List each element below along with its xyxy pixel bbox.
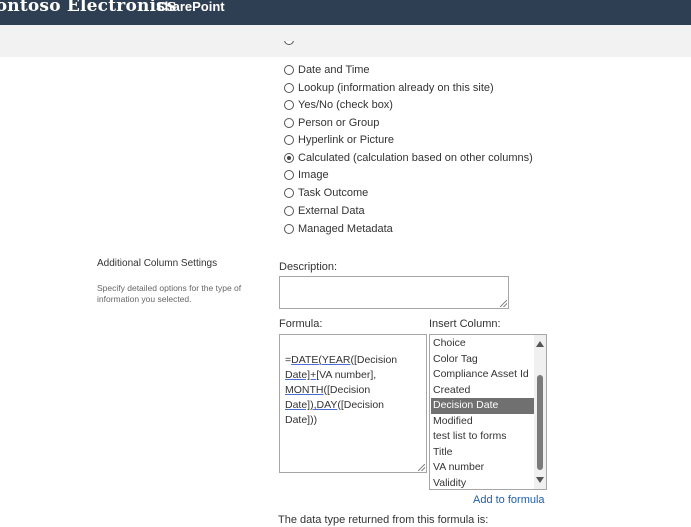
description-label: Description: [279,261,338,273]
radio-button[interactable] [284,65,294,75]
formula-textarea[interactable]: =DATE(YEAR([Decision Date]+[VA number], … [279,334,427,473]
column-option-selected[interactable]: Decision Date [431,398,535,414]
column-option[interactable]: Compliance Asset Id [431,367,535,383]
radio-option-external-data[interactable]: External Data [284,203,365,219]
radio-button[interactable] [284,100,294,110]
column-option[interactable]: Title [431,445,535,461]
resize-grip-icon[interactable] [418,464,425,471]
radio-label: Person or Group [298,116,380,129]
formula-line: MONTH([Decision [285,384,371,396]
radio-button[interactable] [284,187,294,198]
radio-option-task-outcome[interactable]: Task Outcome [284,185,368,201]
radio-label: Lookup (information already on this site… [298,81,494,94]
app-name-link[interactable]: SharePoint [156,0,225,14]
column-option[interactable]: test list to forms [431,429,535,445]
radio-label: Task Outcome [298,186,369,199]
radio-option-person-group[interactable]: Person or Group [284,115,379,131]
listbox-scrollbar[interactable] [534,335,546,489]
radio-button-selected[interactable] [284,152,294,163]
radio-label: Calculated (calculation based on other c… [298,151,533,164]
column-option[interactable]: Created [431,383,535,399]
scroll-down-arrow-icon[interactable] [536,477,544,483]
radio-button[interactable] [284,223,294,234]
data-type-label: The data type returned from this formula… [278,514,489,526]
radio-label: Yes/No (check box) [298,99,393,111]
resize-grip-icon[interactable] [500,300,507,307]
add-to-formula-button[interactable]: Add to formula [473,494,545,506]
brand-logo-text[interactable]: Contoso Electronics [0,0,177,16]
formula-label: Formula: [279,318,323,330]
radio-label: Date and Time [298,64,370,76]
column-option[interactable]: Validity [431,476,535,490]
column-option[interactable]: VA number [431,460,535,476]
radio-option-partial [284,41,298,47]
column-option[interactable]: Modified [431,414,535,430]
radio-option-calculated[interactable]: Calculated (calculation based on other c… [284,150,533,166]
radio-button[interactable] [284,41,294,45]
radio-option-hyperlink[interactable]: Hyperlink or Picture [284,132,394,148]
formula-line: Date]+[VA number], [285,369,377,381]
section-description: Specify detailed options for the type of… [97,283,242,304]
radio-option-yes-no[interactable]: Yes/No (check box) [284,97,393,113]
suite-header: Contoso Electronics SharePoint [0,0,691,25]
description-textarea[interactable] [279,276,509,309]
radio-label: External Data [298,205,365,217]
radio-option-lookup[interactable]: Lookup (information already on this site… [284,80,494,96]
radio-label: Managed Metadata [298,222,393,235]
insert-column-label: Insert Column: [429,318,501,330]
command-bar [0,25,691,57]
column-option[interactable]: Choice [431,336,535,352]
scroll-up-arrow-icon[interactable] [536,341,544,347]
radio-option-date-time[interactable]: Date and Time [284,62,370,78]
radio-label: Hyperlink or Picture [298,134,394,146]
radio-option-image[interactable]: Image [284,167,329,183]
section-title: Additional Column Settings [97,258,218,269]
insert-column-listbox[interactable]: Choice Color Tag Compliance Asset Id Cre… [429,334,547,490]
radio-label: Image [298,169,329,181]
radio-button[interactable] [284,206,294,216]
radio-button[interactable] [284,170,294,180]
column-option[interactable]: Color Tag [431,352,535,368]
formula-line: Date])) [285,414,318,426]
radio-button[interactable] [284,135,294,145]
formula-line: =DATE(YEAR([Decision [285,354,398,366]
formula-line: Date]),DAY([Decision [285,399,385,411]
scroll-thumb[interactable] [537,375,543,470]
radio-button[interactable] [284,82,294,93]
radio-option-managed-metadata[interactable]: Managed Metadata [284,221,393,237]
radio-button[interactable] [284,117,294,128]
